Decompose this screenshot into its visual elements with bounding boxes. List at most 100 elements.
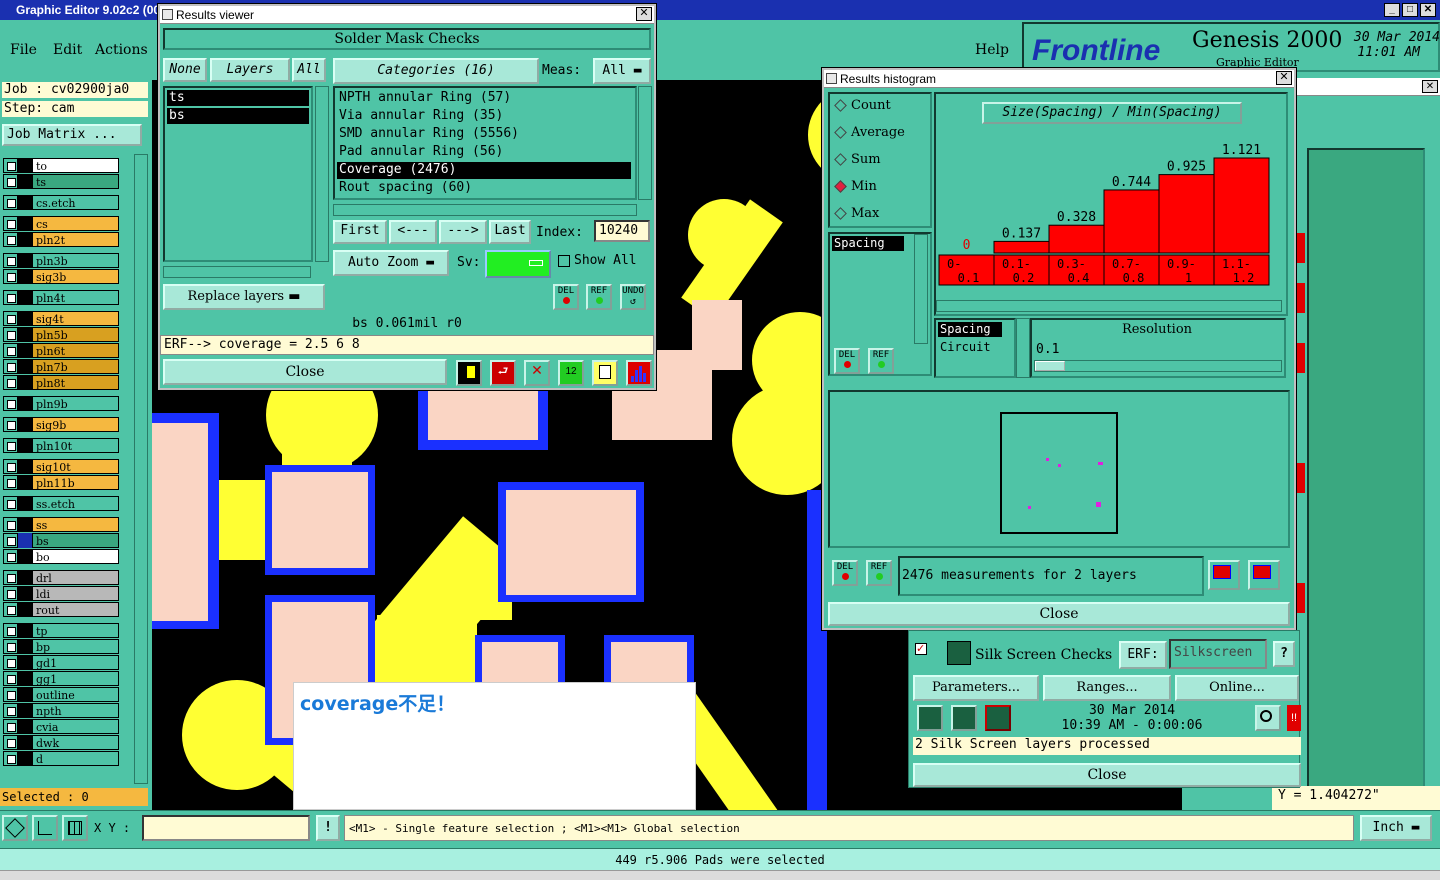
none-button[interactable]: None [163, 58, 207, 82]
first-button[interactable]: First [333, 220, 387, 244]
layer-row-cvia[interactable]: cvia [3, 719, 119, 734]
show-all-checkbox[interactable] [558, 255, 570, 267]
layer-checkbox[interactable] [3, 232, 18, 247]
online-button[interactable]: Online... [1175, 675, 1299, 701]
layer-row-rout[interactable]: rout [3, 602, 119, 617]
layer-row-bs[interactable]: bs [3, 533, 119, 548]
menu-actions[interactable]: Actions [95, 42, 148, 58]
layer-row-outline[interactable]: outline [3, 687, 119, 702]
layer-row-ss[interactable]: ss [3, 517, 119, 532]
xy-input[interactable] [142, 815, 310, 841]
zoom-area-icon[interactable] [1248, 560, 1280, 590]
prev-button[interactable]: <--- [389, 220, 437, 244]
grid-tool-icon[interactable] [62, 815, 88, 841]
layer-checkbox[interactable] [3, 438, 18, 453]
layer-checkbox[interactable] [3, 549, 18, 564]
histogram-close-button[interactable]: Close [828, 602, 1290, 626]
layer-checkbox[interactable] [3, 311, 18, 326]
category-scrollbar[interactable] [638, 86, 652, 200]
close-icon[interactable]: ✕ [636, 7, 652, 21]
layer-row-pln5b[interactable]: pln5b [3, 327, 119, 342]
category-item[interactable]: Coverage (2476) [337, 162, 631, 179]
layer-row-pln2t[interactable]: pln2t [3, 232, 119, 247]
layer-row-d[interactable]: d [3, 751, 119, 766]
category-item[interactable]: Via annular Ring (35) [337, 108, 631, 125]
layer-row-pln6t[interactable]: pln6t [3, 343, 119, 358]
layer-checkbox[interactable] [3, 586, 18, 601]
layer-checkbox[interactable] [3, 671, 18, 686]
layer-checkbox[interactable] [3, 459, 18, 474]
layer-row-dwk[interactable]: dwk [3, 735, 119, 750]
stat-option-average[interactable]: Average [834, 125, 905, 140]
board-preview[interactable] [828, 390, 1290, 548]
silk-erf-value[interactable]: Silkscreen [1169, 639, 1267, 669]
layer-checkbox[interactable] [3, 602, 18, 617]
layer-checkbox[interactable] [3, 174, 18, 189]
layer-checkbox[interactable] [3, 216, 18, 231]
layer-list-scrollbar[interactable] [315, 86, 329, 262]
layer-checkbox[interactable] [3, 343, 18, 358]
category-item[interactable]: Rout spacing (60) [337, 180, 631, 197]
layer-row-pln4t[interactable]: pln4t [3, 290, 119, 305]
layer-checkbox[interactable] [3, 735, 18, 750]
layer-checkbox[interactable] [3, 417, 18, 432]
report-icon[interactable] [592, 360, 618, 386]
maximize-button[interactable]: □ [1402, 3, 1418, 17]
layer-checkbox[interactable] [3, 655, 18, 670]
category-hscroll[interactable] [333, 204, 637, 216]
hist-ref-icon[interactable]: REF [868, 348, 894, 374]
unit-dropdown[interactable]: Inch ▬ [1360, 815, 1432, 841]
layer-row-cs-etch[interactable]: cs.etch [3, 195, 119, 210]
sv-color-dropdown[interactable] [485, 250, 551, 278]
layer-row-sig10t[interactable]: sig10t [3, 459, 119, 474]
list2-spacing[interactable]: Spacing [938, 322, 1002, 337]
layer-row-tp[interactable]: tp [3, 623, 119, 638]
layer-row-gd1[interactable]: gd1 [3, 655, 119, 670]
flag-icon[interactable] [456, 360, 482, 386]
menu-edit[interactable]: Edit [53, 42, 82, 58]
ref-icon[interactable]: REF [586, 284, 612, 310]
dock-close-icon[interactable]: ✕ [1422, 80, 1438, 93]
layer-checkbox[interactable] [3, 475, 18, 490]
undo-icon[interactable]: UNDO ↺ [620, 284, 646, 310]
hist-del-icon[interactable]: DEL [834, 348, 860, 374]
layer-checkbox[interactable] [3, 719, 18, 734]
layer-row-pln7b[interactable]: pln7b [3, 359, 119, 374]
select-tool-icon[interactable] [2, 815, 28, 841]
layer-row-cs[interactable]: cs [3, 216, 119, 231]
parameters-button[interactable]: Parameters... [913, 675, 1039, 701]
stat-option-sum[interactable]: Sum [834, 152, 881, 167]
stat-option-min[interactable]: Min [834, 179, 877, 194]
measure-tool-icon[interactable] [32, 815, 58, 841]
silk-close-button[interactable]: Close [913, 763, 1301, 787]
minimize-button[interactable]: _ [1384, 3, 1400, 17]
result-layer-ts[interactable]: ts [167, 90, 309, 106]
layer-checkbox[interactable] [3, 327, 18, 342]
last-button[interactable]: Last [489, 220, 531, 244]
numbers-icon[interactable]: 12 [558, 360, 584, 386]
layer-checkbox[interactable] [3, 253, 18, 268]
layers-tab[interactable]: Layers [210, 58, 290, 82]
layer-checkbox[interactable] [3, 623, 18, 638]
layer-checkbox[interactable] [3, 517, 18, 532]
hist-bar[interactable] [1103, 189, 1160, 254]
red-arrow-icon[interactable]: ⮐ [490, 360, 516, 386]
layer-row-pln3b[interactable]: pln3b [3, 253, 119, 268]
measure-spacing[interactable]: Spacing [832, 236, 904, 251]
layer-row-sig3b[interactable]: sig3b [3, 269, 119, 284]
categories-header[interactable]: Categories (16) [333, 58, 539, 84]
layer-checkbox[interactable] [3, 639, 18, 654]
replace-layers-button[interactable]: Replace layers ▬ [163, 284, 325, 310]
layer-checkbox[interactable] [3, 396, 18, 411]
hist-bar[interactable] [993, 240, 1050, 254]
menu-help[interactable]: Help [975, 42, 1009, 58]
layer-checkbox[interactable] [3, 269, 18, 284]
layer-checkbox[interactable] [3, 570, 18, 585]
category-item[interactable]: NPTH annular Ring (57) [337, 90, 631, 107]
histogram-icon[interactable] [626, 360, 652, 386]
layer-checkbox[interactable] [3, 751, 18, 766]
list2-scrollbar[interactable] [1016, 318, 1030, 378]
del-icon[interactable]: DEL [553, 284, 579, 310]
job-matrix-button[interactable]: Job Matrix ... [2, 124, 142, 146]
magnify-icon[interactable] [1255, 705, 1281, 731]
